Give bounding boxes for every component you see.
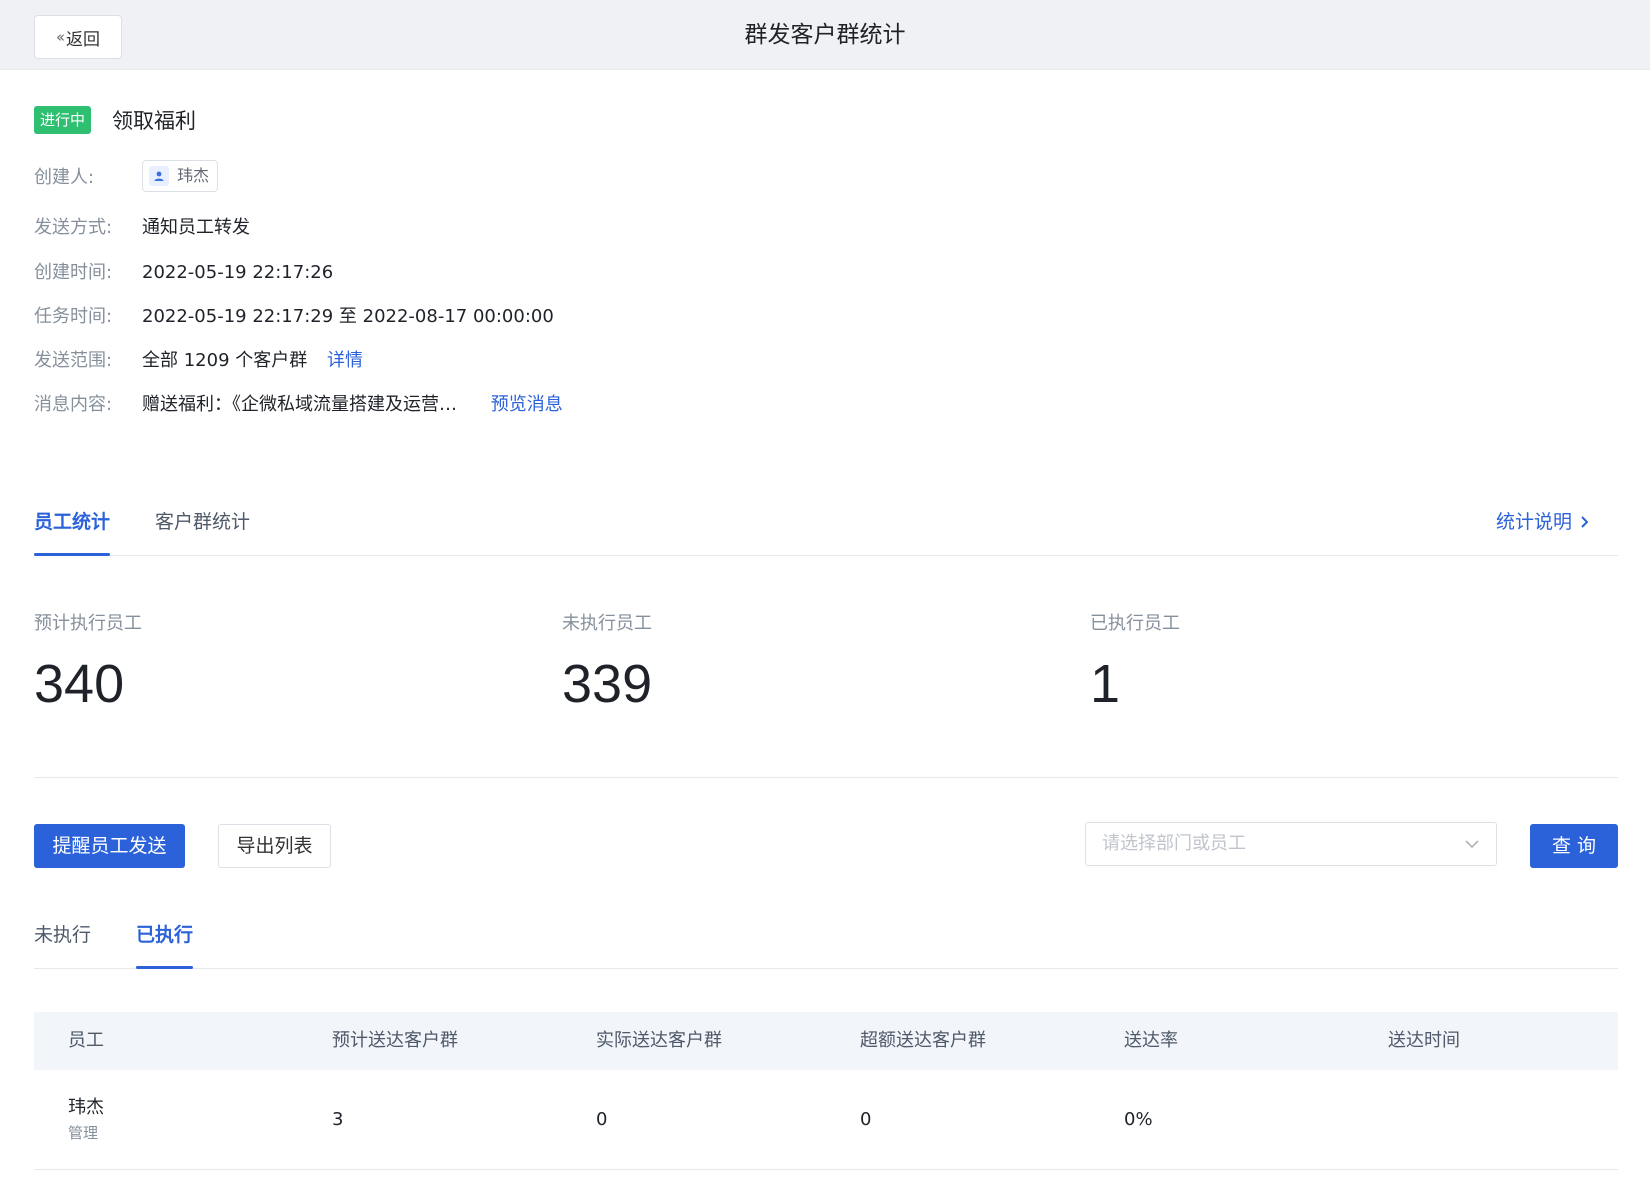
execution-sub-tabs: 未执行 已执行 [34,915,1618,969]
stat-value: 340 [34,654,125,714]
table-row: 玮杰 管理 3 0 0 0% [34,1070,1618,1170]
preview-message-link[interactable]: 预览消息 [491,394,563,415]
column-header: 送达率 [1124,1030,1178,1051]
stats-help-label: 统计说明 [1495,511,1572,533]
department-employee-select[interactable]: 请选择部门或员工 [1085,822,1497,866]
stat-expected-employees: 预计执行员工 340 [34,612,142,716]
stat-label: 已执行员工 [1090,613,1180,634]
top-bar: 群发客户群统计 ‹‹ 返回 [0,0,1650,70]
content-value: 赠送福利：《企微私域流量搭建及运营… 预览消息 [142,393,563,417]
remind-employees-button[interactable]: 提醒员工发送 [34,824,185,868]
tab-employee-stats[interactable]: 员工统计 [34,510,111,556]
tab-not-executed[interactable]: 未执行 [34,923,91,947]
page-title: 群发客户群统计 [744,22,906,48]
main-tabs: 员工统计 客户群统计 统计说明 [34,500,1618,556]
back-button[interactable]: ‹‹ 返回 [34,15,122,59]
scope-label: 发送范围: [34,350,113,371]
task-name: 领取福利 [112,109,196,133]
employee-cell: 玮杰 管理 [68,1096,104,1144]
created-time-label: 创建时间: [34,262,113,283]
stat-value: 339 [562,654,653,714]
user-icon [149,166,169,186]
table-header: 员工 预计送达客户群 实际送达客户群 超额送达客户群 送达率 送达时间 [34,1012,1618,1070]
stat-value: 1 [1090,654,1121,714]
employee-name: 玮杰 [68,1097,104,1118]
chevron-right-icon [1581,516,1589,528]
send-method-value: 通知员工转发 [142,217,250,238]
creator-name: 玮杰 [177,166,210,185]
employee-department: 管理 [68,1124,99,1142]
column-header: 超额送达客户群 [860,1030,986,1051]
tab-group-stats[interactable]: 客户群统计 [155,510,250,534]
column-header: 预计送达客户群 [332,1030,458,1051]
stat-label: 预计执行员工 [34,613,142,634]
employee-table: 员工 预计送达客户群 实际送达客户群 超额送达客户群 送达率 送达时间 玮杰 管… [34,1012,1618,1170]
creator-label: 创建人: [34,167,95,188]
column-header: 送达时间 [1388,1030,1460,1051]
stat-not-executed-employees: 未执行员工 339 [562,612,652,716]
scope-value: 全部 1209 个客户群 详情 [142,349,363,373]
section-divider [34,777,1618,778]
status-badge: 进行中 [34,106,92,134]
stats-help-link[interactable]: 统计说明 [1496,510,1590,534]
expected-groups-cell: 3 [332,1109,344,1130]
chevron-down-icon [1465,840,1479,849]
content-label: 消息内容: [34,394,113,415]
tab-executed[interactable]: 已执行 [136,923,194,969]
column-header: 员工 [68,1030,104,1051]
column-header: 实际送达客户群 [596,1030,722,1051]
double-chevron-left-icon: ‹‹ [56,28,65,46]
back-button-label: 返回 [66,29,100,50]
task-time-label: 任务时间: [34,306,113,327]
task-time-value: 2022-05-19 22:17:29 至 2022-08-17 00:00:0… [142,306,554,327]
select-placeholder: 请选择部门或员工 [1102,833,1246,854]
export-list-button[interactable]: 导出列表 [218,824,331,868]
creator-chip[interactable]: 玮杰 [142,160,219,192]
delivery-rate-cell: 0% [1124,1109,1153,1130]
extra-groups-cell: 0 [860,1109,872,1130]
send-method-label: 发送方式: [34,217,113,238]
created-time-value: 2022-05-19 22:17:26 [142,262,334,283]
scope-text: 全部 1209 个客户群 [142,350,308,371]
content-text: 赠送福利：《企微私域流量搭建及运营… [142,394,457,415]
actual-groups-cell: 0 [596,1109,608,1130]
query-button[interactable]: 查 询 [1530,824,1618,868]
stat-label: 未执行员工 [562,613,652,634]
scope-detail-link[interactable]: 详情 [327,350,363,371]
stat-executed-employees: 已执行员工 1 [1090,612,1180,716]
